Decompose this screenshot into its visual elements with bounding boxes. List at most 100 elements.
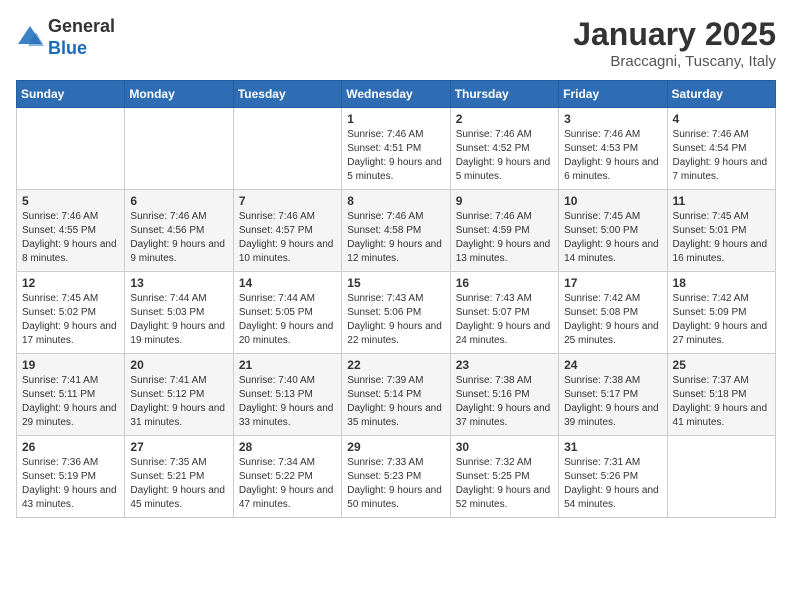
day-info: Sunrise: 7:46 AM Sunset: 4:54 PM Dayligh… [673, 128, 770, 184]
calendar-cell: 20Sunrise: 7:41 AM Sunset: 5:12 PM Dayli… [125, 354, 233, 436]
title-block: January 2025 Braccagni, Tuscany, Italy [573, 16, 776, 70]
day-info: Sunrise: 7:45 AM Sunset: 5:00 PM Dayligh… [564, 210, 661, 266]
calendar-cell [667, 436, 775, 518]
day-header-thursday: Thursday [450, 81, 558, 108]
month-title: January 2025 [573, 16, 776, 53]
calendar-cell: 28Sunrise: 7:34 AM Sunset: 5:22 PM Dayli… [233, 436, 341, 518]
day-header-friday: Friday [559, 81, 667, 108]
day-info: Sunrise: 7:42 AM Sunset: 5:08 PM Dayligh… [564, 292, 661, 348]
calendar-cell: 11 Sunrise: 7:45 AM Sunset: 5:01 PM Dayli… [667, 190, 775, 272]
calendar-cell: 6Sunrise: 7:46 AM Sunset: 4:56 PM Daylig… [125, 190, 233, 272]
day-info: Sunrise: 7:44 AM Sunset: 5:03 PM Dayligh… [130, 292, 227, 348]
day-info: Sunrise: 7:43 AM Sunset: 5:07 PM Dayligh… [456, 292, 553, 348]
day-info: Sunrise: 7:44 AM Sunset: 5:05 PM Dayligh… [239, 292, 336, 348]
calendar-cell: 13 Sunrise: 7:44 AM Sunset: 5:03 PM Dayli… [125, 272, 233, 354]
day-number: 1 [347, 112, 444, 126]
day-number: 26 [22, 440, 119, 454]
location: Braccagni, Tuscany, Italy [573, 53, 776, 70]
day-number: 12 [22, 276, 119, 290]
day-info: Sunrise: 7:46 AM Sunset: 4:55 PM Dayligh… [22, 210, 119, 266]
day-info: Sunrise: 7:39 AM Sunset: 5:14 PM Dayligh… [347, 374, 444, 430]
day-number: 4 [673, 112, 770, 126]
day-number: 29 [347, 440, 444, 454]
week-row-4: 19Sunrise: 7:41 AM Sunset: 5:11 PM Dayli… [17, 354, 776, 436]
calendar-table: SundayMondayTuesdayWednesdayThursdayFrid… [16, 80, 776, 518]
day-number: 11 [673, 194, 770, 208]
day-number: 23 [456, 358, 553, 372]
day-info: Sunrise: 7:36 AM Sunset: 5:19 PM Dayligh… [22, 456, 119, 512]
calendar-cell: 29 Sunrise: 7:33 AM Sunset: 5:23 PM Dayli… [342, 436, 450, 518]
day-info: Sunrise: 7:46 AM Sunset: 4:57 PM Dayligh… [239, 210, 336, 266]
calendar-cell: 15Sunrise: 7:43 AM Sunset: 5:06 PM Dayli… [342, 272, 450, 354]
calendar-cell: 19Sunrise: 7:41 AM Sunset: 5:11 PM Dayli… [17, 354, 125, 436]
day-number: 24 [564, 358, 661, 372]
day-number: 14 [239, 276, 336, 290]
day-number: 21 [239, 358, 336, 372]
day-number: 22 [347, 358, 444, 372]
week-row-2: 5 Sunrise: 7:46 AM Sunset: 4:55 PM Daylig… [17, 190, 776, 272]
day-number: 3 [564, 112, 661, 126]
day-info: Sunrise: 7:37 AM Sunset: 5:18 PM Dayligh… [673, 374, 770, 430]
day-number: 27 [130, 440, 227, 454]
week-row-1: 1 Sunrise: 7:46 AM Sunset: 4:51 PM Daylig… [17, 108, 776, 190]
logo-general: General [48, 16, 115, 36]
day-number: 30 [456, 440, 553, 454]
day-info: Sunrise: 7:46 AM Sunset: 4:51 PM Dayligh… [347, 128, 444, 184]
day-header-saturday: Saturday [667, 81, 775, 108]
day-info: Sunrise: 7:38 AM Sunset: 5:16 PM Dayligh… [456, 374, 553, 430]
calendar-cell: 2 Sunrise: 7:46 AM Sunset: 4:52 PM Daylig… [450, 108, 558, 190]
day-number: 25 [673, 358, 770, 372]
calendar-cell: 17 Sunrise: 7:42 AM Sunset: 5:08 PM Dayli… [559, 272, 667, 354]
calendar-cell: 3 Sunrise: 7:46 AM Sunset: 4:53 PM Daylig… [559, 108, 667, 190]
calendar-cell: 24 Sunrise: 7:38 AM Sunset: 5:17 PM Dayli… [559, 354, 667, 436]
calendar-cell: 5 Sunrise: 7:46 AM Sunset: 4:55 PM Daylig… [17, 190, 125, 272]
page-header: General Blue January 2025 Braccagni, Tus… [16, 16, 776, 70]
calendar-cell: 18Sunrise: 7:42 AM Sunset: 5:09 PM Dayli… [667, 272, 775, 354]
calendar-cell: 25 Sunrise: 7:37 AM Sunset: 5:18 PM Dayli… [667, 354, 775, 436]
day-header-sunday: Sunday [17, 81, 125, 108]
calendar-cell: 26 Sunrise: 7:36 AM Sunset: 5:19 PM Dayli… [17, 436, 125, 518]
day-number: 6 [130, 194, 227, 208]
day-header-tuesday: Tuesday [233, 81, 341, 108]
day-info: Sunrise: 7:45 AM Sunset: 5:01 PM Dayligh… [673, 210, 770, 266]
day-number: 5 [22, 194, 119, 208]
day-number: 7 [239, 194, 336, 208]
calendar-cell: 7 Sunrise: 7:46 AM Sunset: 4:57 PM Daylig… [233, 190, 341, 272]
calendar-cell: 14 Sunrise: 7:44 AM Sunset: 5:05 PM Dayli… [233, 272, 341, 354]
day-number: 17 [564, 276, 661, 290]
day-info: Sunrise: 7:40 AM Sunset: 5:13 PM Dayligh… [239, 374, 336, 430]
calendar-cell: 27Sunrise: 7:35 AM Sunset: 5:21 PM Dayli… [125, 436, 233, 518]
day-info: Sunrise: 7:43 AM Sunset: 5:06 PM Dayligh… [347, 292, 444, 348]
calendar-header-row: SundayMondayTuesdayWednesdayThursdayFrid… [17, 81, 776, 108]
calendar-cell: 22 Sunrise: 7:39 AM Sunset: 5:14 PM Dayli… [342, 354, 450, 436]
day-header-wednesday: Wednesday [342, 81, 450, 108]
calendar-cell: 12 Sunrise: 7:45 AM Sunset: 5:02 PM Dayli… [17, 272, 125, 354]
day-number: 20 [130, 358, 227, 372]
calendar-cell: 1 Sunrise: 7:46 AM Sunset: 4:51 PM Daylig… [342, 108, 450, 190]
day-number: 2 [456, 112, 553, 126]
day-number: 13 [130, 276, 227, 290]
day-number: 9 [456, 194, 553, 208]
day-number: 18 [673, 276, 770, 290]
calendar-cell: 16Sunrise: 7:43 AM Sunset: 5:07 PM Dayli… [450, 272, 558, 354]
day-header-monday: Monday [125, 81, 233, 108]
calendar-cell: 8Sunrise: 7:46 AM Sunset: 4:58 PM Daylig… [342, 190, 450, 272]
week-row-3: 12 Sunrise: 7:45 AM Sunset: 5:02 PM Dayli… [17, 272, 776, 354]
logo-icon [16, 24, 44, 52]
calendar-cell [233, 108, 341, 190]
calendar-cell: 10 Sunrise: 7:45 AM Sunset: 5:00 PM Dayli… [559, 190, 667, 272]
day-number: 31 [564, 440, 661, 454]
day-info: Sunrise: 7:46 AM Sunset: 4:58 PM Dayligh… [347, 210, 444, 266]
day-number: 19 [22, 358, 119, 372]
calendar-cell [125, 108, 233, 190]
day-info: Sunrise: 7:46 AM Sunset: 4:53 PM Dayligh… [564, 128, 661, 184]
day-info: Sunrise: 7:46 AM Sunset: 4:59 PM Dayligh… [456, 210, 553, 266]
day-number: 10 [564, 194, 661, 208]
week-row-5: 26 Sunrise: 7:36 AM Sunset: 5:19 PM Dayli… [17, 436, 776, 518]
calendar-cell: 31Sunrise: 7:31 AM Sunset: 5:26 PM Dayli… [559, 436, 667, 518]
calendar-cell: 30Sunrise: 7:32 AM Sunset: 5:25 PM Dayli… [450, 436, 558, 518]
day-info: Sunrise: 7:38 AM Sunset: 5:17 PM Dayligh… [564, 374, 661, 430]
day-info: Sunrise: 7:33 AM Sunset: 5:23 PM Dayligh… [347, 456, 444, 512]
day-info: Sunrise: 7:46 AM Sunset: 4:52 PM Dayligh… [456, 128, 553, 184]
day-info: Sunrise: 7:45 AM Sunset: 5:02 PM Dayligh… [22, 292, 119, 348]
